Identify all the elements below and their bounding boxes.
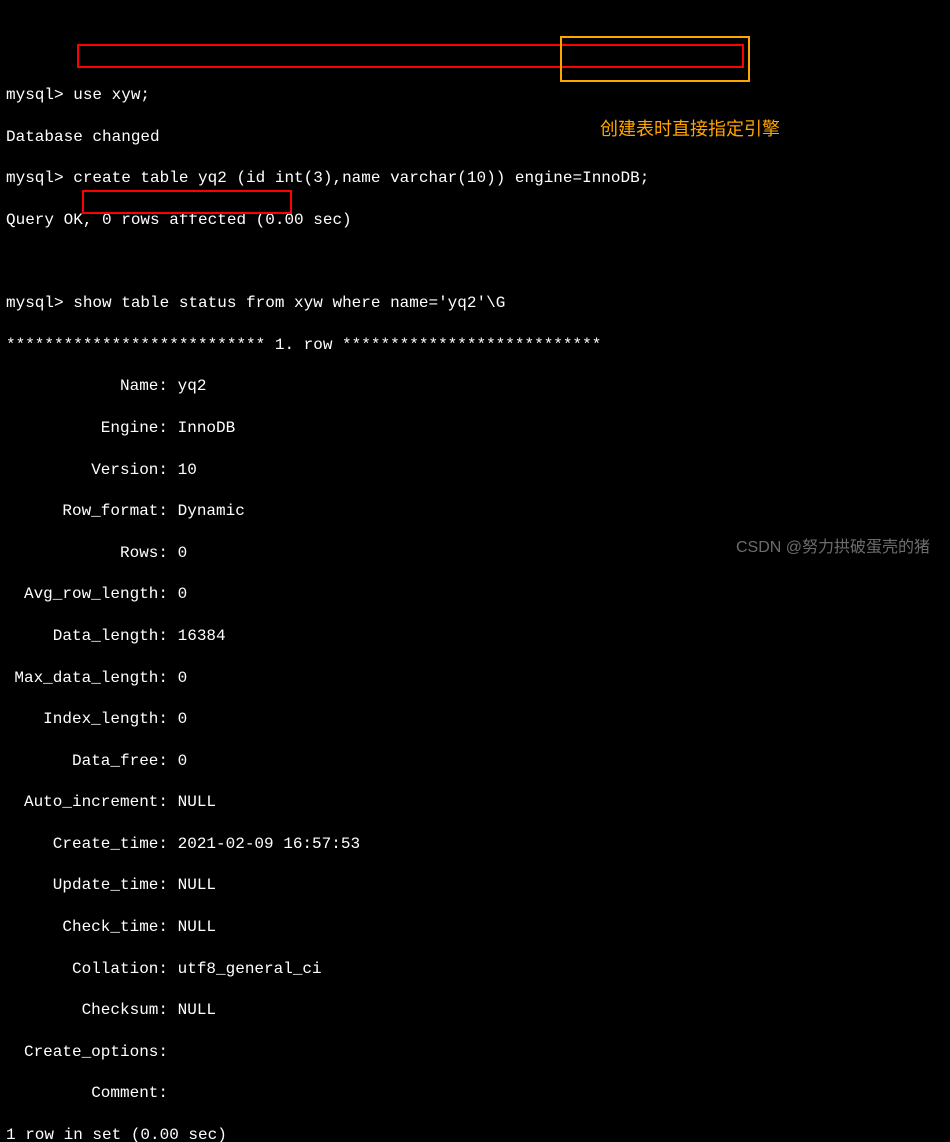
- annotation-text: 创建表时直接指定引擎: [600, 118, 780, 141]
- mysql-prompt: mysql>: [6, 169, 64, 187]
- status-engine: Engine: InnoDB: [6, 418, 944, 439]
- status-name: Name: yq2: [6, 376, 944, 397]
- blank-line: [6, 252, 944, 273]
- row-header: *************************** 1. row *****…: [6, 335, 944, 356]
- status-autoinc: Auto_increment: NULL: [6, 792, 944, 813]
- cmd-show-status: show table status from xyw where name='y…: [73, 294, 505, 312]
- mysql-prompt: mysql>: [6, 294, 64, 312]
- cmd-create-table: create table yq2 (id int(3),name varchar…: [73, 169, 649, 187]
- cmd-use: use xyw;: [73, 86, 150, 104]
- cmd-line-3: mysql> show table status from xyw where …: [6, 293, 944, 314]
- status-collation: Collation: utf8_general_ci: [6, 959, 944, 980]
- status-maxdatalen: Max_data_length: 0: [6, 668, 944, 689]
- highlight-engine-clause: [560, 36, 750, 82]
- status-createopts: Create_options:: [6, 1042, 944, 1063]
- status-checktime: Check_time: NULL: [6, 917, 944, 938]
- highlight-create-table: [77, 44, 744, 68]
- resp-query-ok: Query OK, 0 rows affected (0.00 sec): [6, 210, 944, 231]
- watermark-text: CSDN @努力拱破蛋壳的猪: [736, 538, 930, 559]
- status-checksum: Checksum: NULL: [6, 1000, 944, 1021]
- status-comment: Comment:: [6, 1083, 944, 1104]
- status-updatetime: Update_time: NULL: [6, 875, 944, 896]
- cmd-line-2: mysql> create table yq2 (id int(3),name …: [6, 168, 944, 189]
- status-rowformat: Row_format: Dynamic: [6, 501, 944, 522]
- status-version: Version: 10: [6, 460, 944, 481]
- status-createtime: Create_time: 2021-02-09 16:57:53: [6, 834, 944, 855]
- status-datalen: Data_length: 16384: [6, 626, 944, 647]
- cmd-line-1: mysql> use xyw;: [6, 85, 944, 106]
- status-indexlen: Index_length: 0: [6, 709, 944, 730]
- footer-rowcount: 1 row in set (0.00 sec): [6, 1125, 944, 1142]
- status-datafree: Data_free: 0: [6, 751, 944, 772]
- resp-db-changed: Database changed: [6, 127, 944, 148]
- status-avgrowlen: Avg_row_length: 0: [6, 584, 944, 605]
- mysql-prompt: mysql>: [6, 86, 64, 104]
